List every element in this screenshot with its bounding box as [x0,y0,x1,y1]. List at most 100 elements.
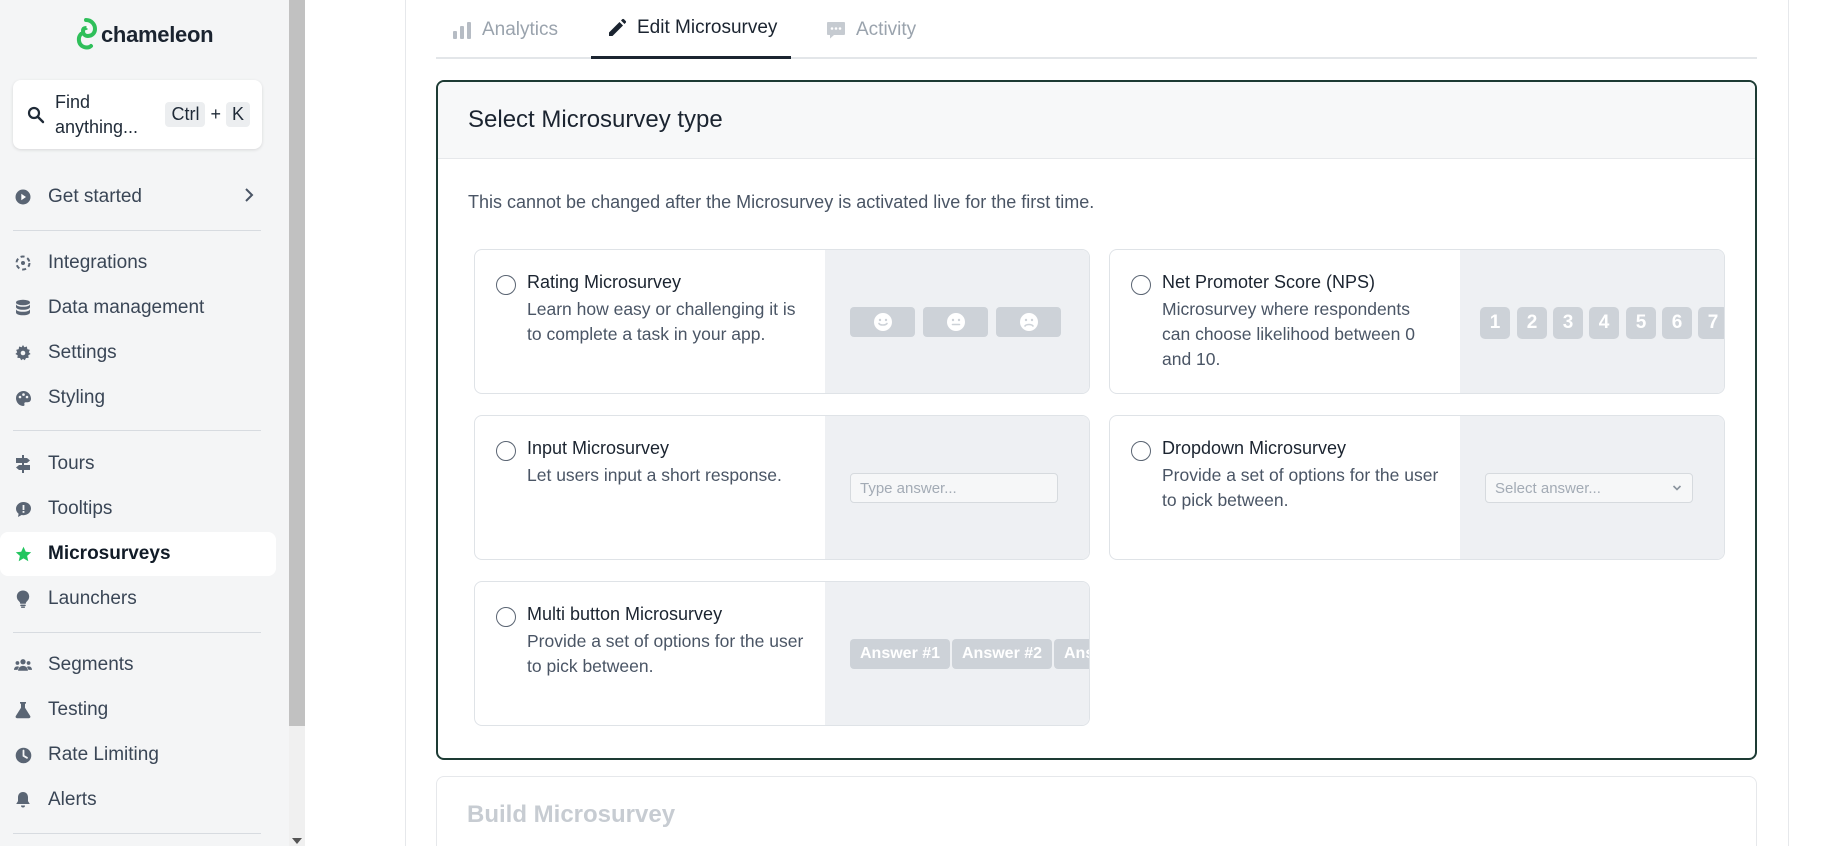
tab-edit-microsurvey[interactable]: Edit Microsurvey [591,0,792,59]
option-title: Rating Microsurvey [527,272,682,292]
build-microsurvey-card[interactable]: Build Microsurvey [436,776,1757,846]
search-icon [27,106,45,123]
users-icon [14,656,32,674]
dropdown-preview: Select answer... [1460,416,1724,559]
nps-number: 2 [1517,307,1547,339]
select-placeholder: Select answer... [1495,480,1601,497]
divider [13,632,261,633]
sidebar-item-label: Microsurveys [48,543,171,564]
nps-preview: 1 2 3 4 5 6 7 [1460,250,1724,393]
star-icon [14,545,32,563]
brand-name: chameleon [101,22,214,47]
sidebar-item-label: Integrations [48,252,148,273]
option-input[interactable]: Input Microsurvey Let users input a shor… [474,415,1090,560]
tab-activity[interactable]: Activity [826,0,916,59]
nps-number: 4 [1589,307,1619,339]
smile-face-icon [850,307,915,337]
flask-icon [14,701,32,719]
chevron-down-icon [1672,485,1682,491]
preview-text-input: Type answer... [850,473,1058,503]
option-description: Let users input a short response. [527,465,782,485]
sidebar-item-segments[interactable]: Segments [0,643,276,687]
sidebar-item-label: Styling [48,387,106,408]
option-description: Microsurvey where respondents can choose… [1162,299,1415,369]
sidebar-item-integrations[interactable]: Integrations [0,241,276,285]
sidebar-item-label: Segments [48,654,134,675]
clock-icon [14,746,32,764]
nps-number: 3 [1553,307,1583,339]
database-icon [14,299,32,317]
pencil-icon [609,18,627,36]
content-border-right [1788,0,1789,846]
search-placeholder: Find anything... [55,91,139,137]
preview-answer-button: Answer #3 [1054,639,1089,669]
tab-bar: Analytics Edit Microsurvey Activity [436,0,1757,59]
sidebar-item-settings[interactable]: Settings [0,331,276,375]
sidebar-item-data-management[interactable]: Data management [0,286,276,330]
integrations-icon [14,254,32,272]
tab-label: Analytics [482,18,559,40]
tab-analytics[interactable]: Analytics [452,0,558,59]
radio-button[interactable] [496,275,516,295]
nps-number: 1 [1480,307,1510,339]
tab-label: Activity [856,18,917,40]
sidebar-item-label: Launchers [48,588,137,609]
rating-preview [825,250,1089,393]
sidebar-item-tooltips[interactable]: Tooltips [0,487,276,531]
bell-icon [14,791,32,809]
plus-sign: + [210,104,221,124]
sidebar-item-label: Settings [48,342,117,363]
neutral-face-icon [923,307,988,337]
sidebar-item-alerts[interactable]: Alerts [0,778,276,822]
sidebar-item-label: Get started [48,186,142,207]
sidebar-item-label: Rate Limiting [48,744,159,765]
play-circle-icon [14,188,32,206]
radio-button[interactable] [496,607,516,627]
scroll-down-arrow-icon[interactable] [292,838,302,844]
chameleon-logo-icon [76,18,97,50]
sidebar-item-rate-limiting[interactable]: Rate Limiting [0,733,276,777]
palette-icon [14,389,32,407]
brand-logo[interactable]: chameleon [75,18,214,52]
input-preview: Type answer... [825,416,1089,559]
preview-answer-button: Answer #2 [952,639,1053,669]
content-border-left [405,0,406,846]
chevron-right-icon [245,188,254,202]
radio-button[interactable] [1131,275,1151,295]
sidebar-item-label: Alerts [48,789,97,810]
sidebar-item-testing[interactable]: Testing [0,688,276,732]
sidebar-item-tours[interactable]: Tours [0,442,276,486]
frown-face-icon [996,307,1061,337]
divider [13,230,261,231]
card-title: Select Microsurvey type [468,106,723,133]
option-dropdown[interactable]: Dropdown Microsurvey Provide a set of op… [1109,415,1725,560]
sidebar-item-launchers[interactable]: Launchers [0,577,276,621]
search-box[interactable]: Find anything... Ctrl + K [13,80,262,149]
nps-number: 6 [1662,307,1692,339]
option-rating[interactable]: Rating Microsurvey Learn how easy or cha… [474,249,1090,394]
k-key: K [225,102,250,127]
gear-icon [14,344,32,362]
sidebar-item-label: Testing [48,699,109,720]
sidebar-item-get-started[interactable]: Get started [0,175,276,219]
option-title: Input Microsurvey [527,438,670,458]
radio-button[interactable] [1131,441,1151,461]
signpost-icon [14,455,32,473]
radio-button[interactable] [496,441,516,461]
sidebar-scrollbar-thumb[interactable] [289,0,305,726]
sidebar-item-styling[interactable]: Styling [0,376,276,420]
card-note: This cannot be changed after the Microsu… [468,192,1095,212]
sidebar-item-label: Data management [48,297,205,318]
sidebar-item-microsurveys[interactable]: Microsurveys [0,532,276,576]
select-type-card: Select Microsurvey type This cannot be c… [436,80,1757,760]
sidebar-item-label: Tours [48,453,95,474]
option-nps[interactable]: Net Promoter Score (NPS) Microsurvey whe… [1109,249,1725,394]
ctrl-key: Ctrl [165,102,206,127]
preview-answer-button: Answer #1 [850,639,951,669]
lightbulb-icon [14,590,32,608]
divider [13,430,261,431]
option-title: Multi button Microsurvey [527,604,723,624]
card-title: Build Microsurvey [467,801,676,828]
keyboard-shortcut: Ctrl + K [165,102,250,127]
option-multi-button[interactable]: Multi button Microsurvey Provide a set o… [474,581,1090,726]
